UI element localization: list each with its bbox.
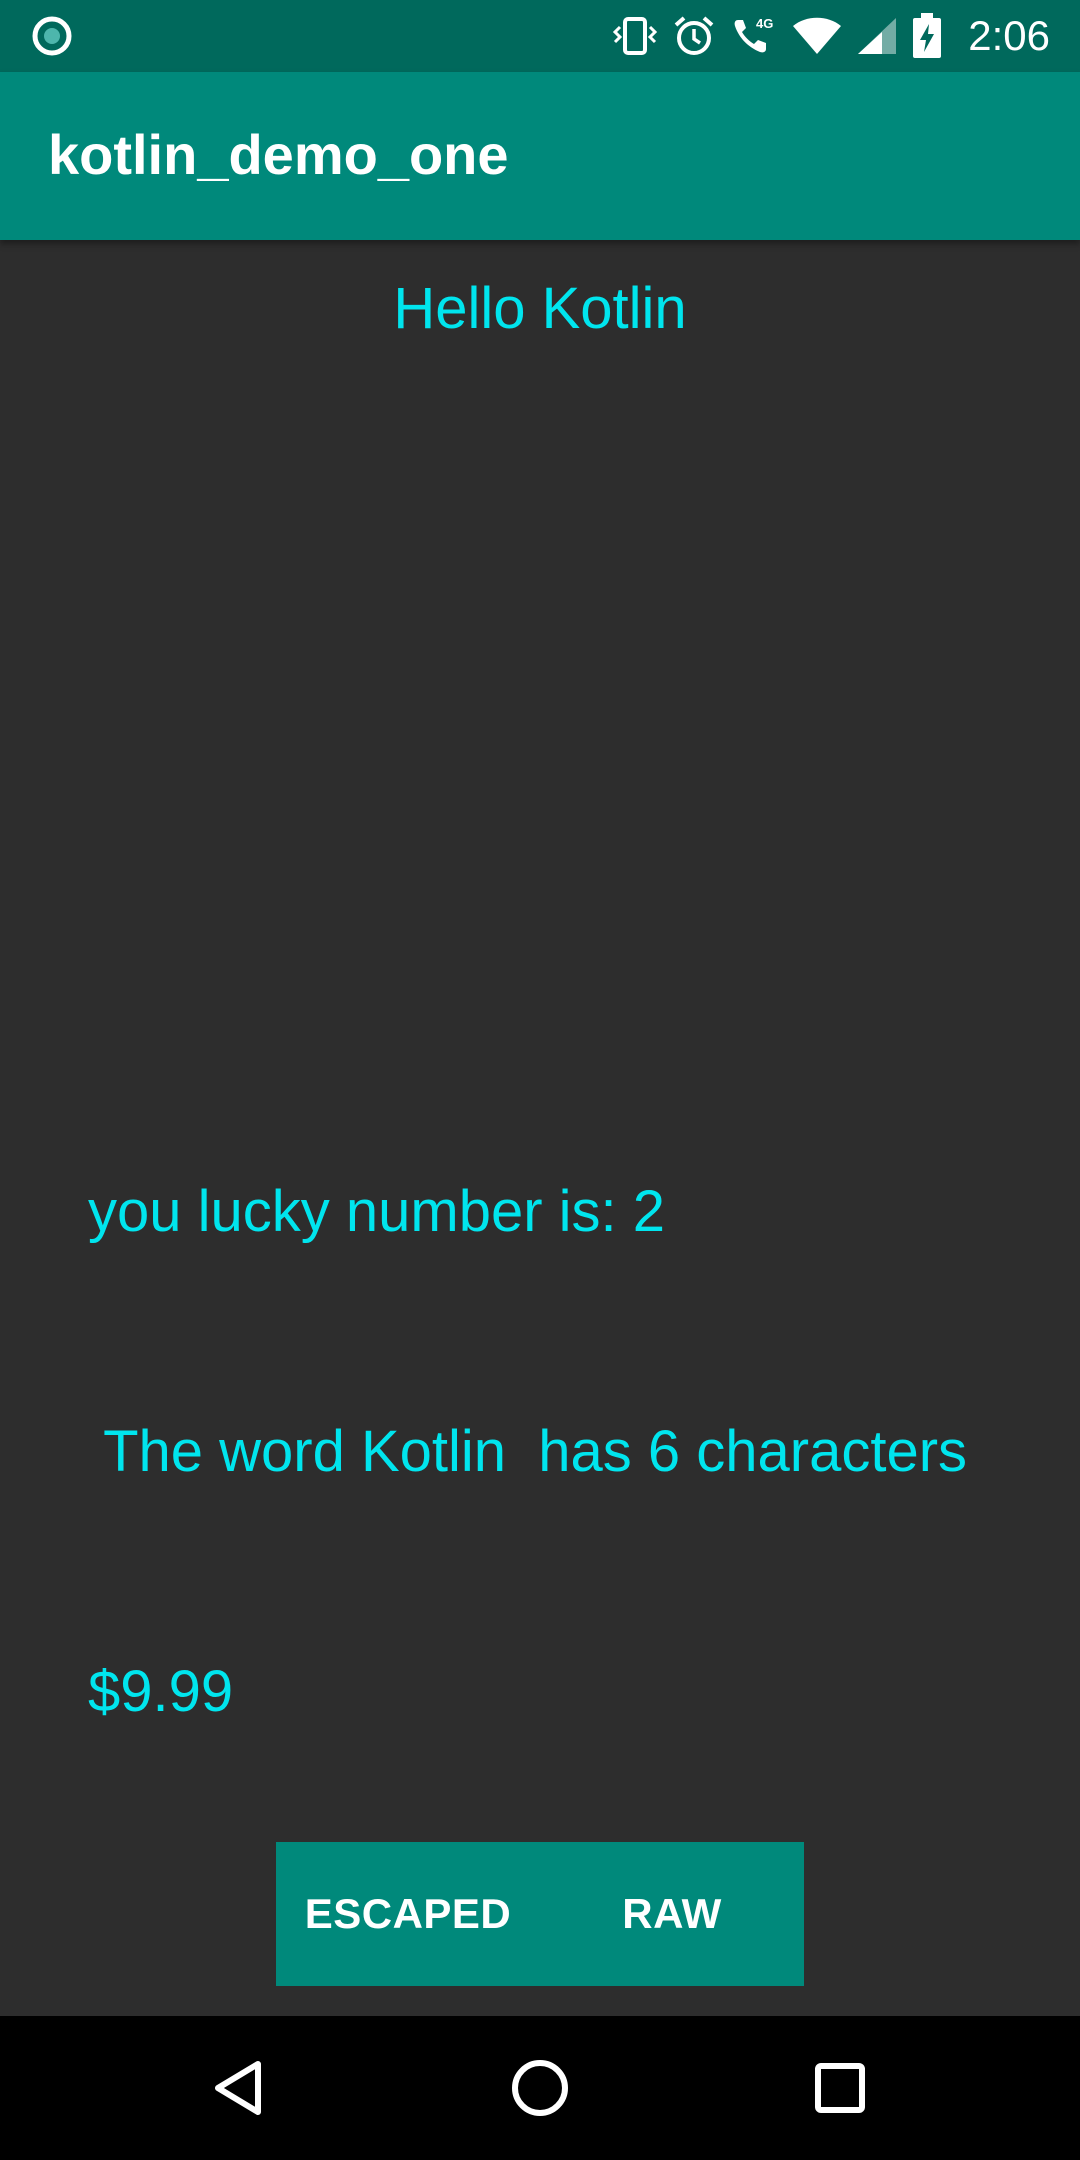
battery-charging-icon (912, 13, 942, 59)
notification-dot-icon (32, 16, 72, 56)
app-bar: kotlin_demo_one (0, 72, 1080, 240)
alarm-icon (672, 14, 716, 58)
home-icon[interactable] (504, 2052, 576, 2124)
wifi-calling-icon: 4G (730, 14, 778, 58)
raw-button[interactable]: RAW (540, 1842, 804, 1986)
price-line: $9.99 (88, 1659, 234, 1724)
info-text-block: you lucky number is: 2 The word Kotlin h… (88, 1012, 967, 1892)
vibrate-icon (612, 15, 658, 57)
button-group: ESCAPED RAW (276, 1842, 804, 1986)
app-title: kotlin_demo_one (48, 123, 509, 186)
lucky-number-line: you lucky number is: 2 (88, 1179, 666, 1244)
status-time: 2:06 (968, 12, 1050, 59)
screen: 4G 2:06 kotlin_demo_one Hello Kotlin you… (0, 0, 1080, 2160)
recents-icon[interactable] (804, 2052, 876, 2124)
word-length-line: The word Kotlin has 6 characters (88, 1419, 968, 1484)
network-type-label: 4G (756, 16, 773, 31)
escaped-button[interactable]: ESCAPED (276, 1842, 540, 1986)
status-bar: 4G 2:06 (0, 0, 1080, 72)
navigation-bar (0, 2016, 1080, 2160)
status-icons: 4G 2:06 (612, 0, 1050, 72)
hello-text: Hello Kotlin (393, 276, 687, 341)
wifi-icon (792, 16, 842, 56)
cell-signal-icon (856, 16, 898, 56)
back-icon[interactable] (204, 2052, 276, 2124)
